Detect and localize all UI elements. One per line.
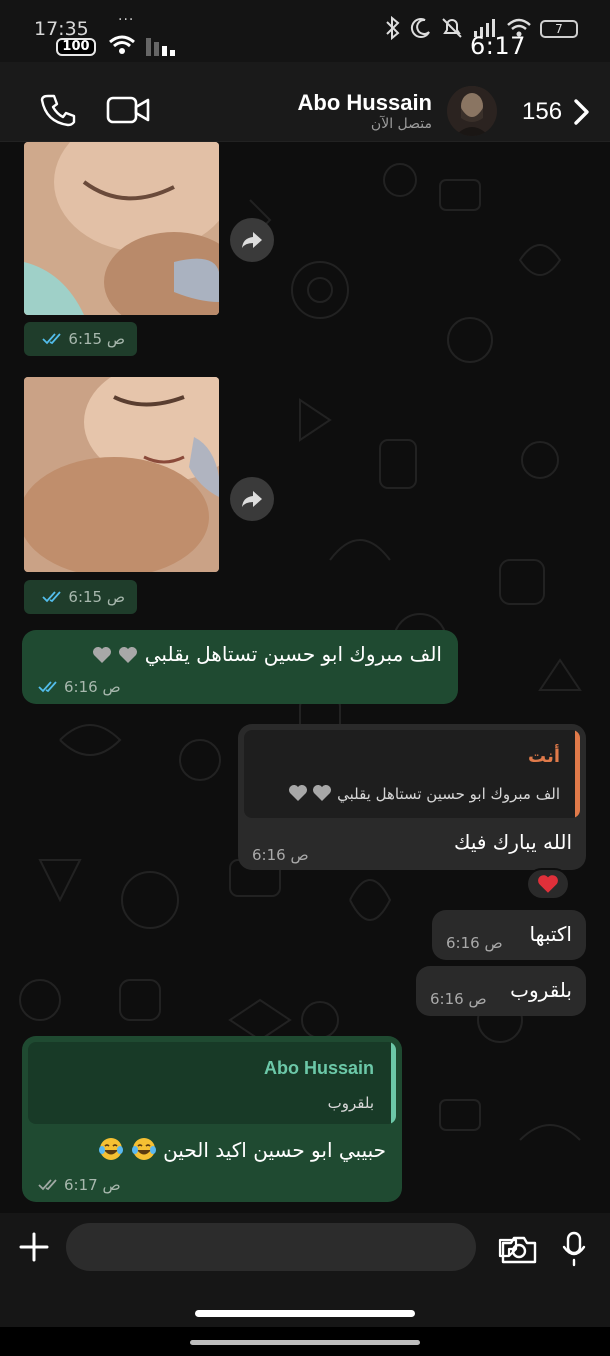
- forward-arrow-icon: [242, 491, 262, 507]
- grey-heart-emoji: [288, 785, 307, 801]
- message-time: 6:16 ص: [252, 846, 309, 864]
- status-bar: 17:35 ··· 100 7 6:17: [0, 0, 610, 62]
- message-body: حبيبي ابو حسين اكيد الحين: [163, 1138, 386, 1162]
- battery-level: 100: [62, 39, 90, 54]
- back-chevron-icon[interactable]: [572, 98, 592, 126]
- message-text: الف مبروك ابو حسين تستاهل يقلبي: [92, 642, 442, 666]
- incoming-text-message[interactable]: الف مبروك ابو حسين تستاهل يقلبي 6:16 ص: [22, 630, 458, 704]
- forward-button[interactable]: [230, 477, 274, 521]
- quote-body: الف مبروك ابو حسين تستاهل يقلبي: [337, 785, 560, 803]
- reaction-badge[interactable]: [526, 868, 570, 900]
- mute-bell-icon: [442, 18, 462, 38]
- message-meta: 6:16 ص: [446, 934, 503, 952]
- baby-photo: [24, 142, 219, 315]
- outgoing-reply-message[interactable]: أنت الف مبروك ابو حسين تستاهل يقلبي الله…: [238, 724, 586, 870]
- message-time: 6:16 ص: [430, 990, 487, 1008]
- quoted-message[interactable]: أنت الف مبروك ابو حسين تستاهل يقلبي: [244, 730, 580, 818]
- grey-heart-emoji: [313, 785, 332, 801]
- message-time: 6:17 ص: [64, 1176, 121, 1194]
- tears-of-joy-emoji: [99, 1138, 124, 1160]
- quoted-message[interactable]: Abo Hussain بلقروب: [28, 1042, 396, 1124]
- quote-accent-bar: [575, 730, 580, 818]
- quote-author: أنت: [528, 746, 560, 767]
- outgoing-text-message[interactable]: اكتبها 6:16 ص: [432, 910, 586, 960]
- message-meta: 6:17 ص: [38, 1176, 121, 1194]
- read-ticks-icon: [42, 333, 62, 345]
- quote-text: الف مبروك ابو حسين تستاهل يقلبي: [288, 784, 560, 803]
- home-indicator[interactable]: [195, 1310, 415, 1317]
- message-text: الله يبارك فيك: [454, 830, 572, 854]
- camera-icon[interactable]: [500, 1235, 538, 1265]
- notification-dots-icon: ···: [118, 12, 135, 28]
- message-text: حبيبي ابو حسين اكيد الحين: [98, 1136, 386, 1162]
- contact-online-status: متصل الآن: [370, 116, 432, 132]
- chat-header: Abo Hussain متصل الآن 156: [0, 62, 610, 142]
- message-time: 6:16 ص: [64, 678, 121, 696]
- voice-call-button[interactable]: [40, 92, 76, 128]
- unread-count[interactable]: 156: [522, 98, 562, 126]
- message-time: 6:15 ص: [68, 330, 125, 348]
- image-message-footer: 6:15 ص: [24, 322, 137, 356]
- contact-name[interactable]: Abo Hussain: [298, 90, 432, 116]
- delivered-ticks-icon: [38, 1179, 57, 1191]
- message-time: 6:15 ص: [68, 588, 125, 606]
- message-body: الف مبروك ابو حسين تستاهل يقلبي: [144, 642, 442, 666]
- red-heart-icon: [538, 875, 558, 893]
- plus-icon[interactable]: [18, 1231, 50, 1263]
- forward-arrow-icon: [242, 232, 262, 248]
- baby-photo: [24, 377, 219, 572]
- read-ticks-icon: [42, 591, 62, 603]
- status-time-small: 17:35: [34, 18, 89, 40]
- incoming-reply-message[interactable]: Abo Hussain بلقروب حبيبي ابو حسين اكيد ا…: [22, 1036, 402, 1202]
- video-call-button[interactable]: [106, 94, 152, 126]
- bluetooth-icon: [386, 16, 400, 40]
- signal-bars-icon: [146, 38, 175, 56]
- message-meta: 6:15 ص: [42, 588, 125, 606]
- quote-author: Abo Hussain: [263, 1058, 374, 1078]
- tears-of-joy-emoji: [131, 1138, 156, 1160]
- message-meta: 6:16 ص: [430, 990, 487, 1008]
- message-text: بلقروب: [510, 978, 572, 1002]
- chat-screen: 17:35 ··· 100 7 6:17 Abo Hussain متصل ال…: [0, 0, 610, 1356]
- contact-avatar[interactable]: [447, 86, 497, 136]
- grey-heart-emoji: [93, 647, 112, 663]
- gesture-bar[interactable]: [190, 1340, 420, 1345]
- message-meta: 6:15 ص: [42, 330, 125, 348]
- read-ticks-icon: [38, 681, 57, 693]
- message-meta: 6:16 ص: [38, 678, 121, 696]
- avatar-image: [447, 86, 497, 136]
- image-message[interactable]: [24, 377, 219, 572]
- battery-right-icon: 7: [540, 20, 578, 38]
- quote-accent-bar: [391, 1042, 396, 1124]
- battery-icon: 100: [56, 38, 96, 56]
- image-message-footer: 6:15 ص: [24, 580, 137, 614]
- message-meta: 6:16 ص: [252, 846, 309, 864]
- message-time: 6:16 ص: [446, 934, 503, 952]
- grey-heart-emoji: [119, 647, 138, 663]
- quote-text: بلقروب: [327, 1094, 374, 1112]
- outgoing-text-message[interactable]: بلقروب 6:16 ص: [416, 966, 586, 1016]
- image-message[interactable]: [24, 142, 219, 315]
- wifi-icon: [109, 35, 135, 54]
- message-input[interactable]: [66, 1223, 518, 1271]
- status-time: 6:17: [470, 32, 526, 60]
- microphone-icon[interactable]: [562, 1231, 586, 1267]
- do-not-disturb-icon: [410, 18, 430, 39]
- message-text: اكتبها: [529, 922, 572, 946]
- battery-right-level: 7: [555, 22, 563, 36]
- forward-button[interactable]: [230, 218, 274, 262]
